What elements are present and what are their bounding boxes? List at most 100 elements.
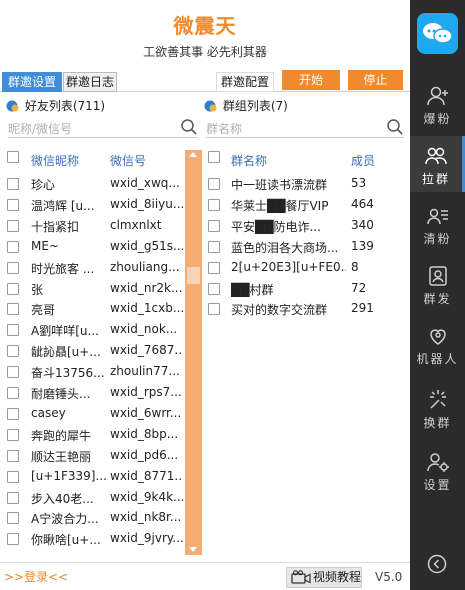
stop-button[interactable]: 停止	[348, 70, 403, 90]
row-checkbox[interactable]	[7, 303, 19, 316]
sidebar-item-label: 设置	[423, 478, 452, 492]
friend-nickname: 你瞅啥[u+...	[31, 533, 101, 548]
scroll-thumb[interactable]	[187, 267, 200, 284]
friend-nickname: 张	[31, 282, 44, 297]
group-row[interactable]: 华莱士██餐厅VIP 464	[208, 195, 404, 216]
friend-row[interactable]: [u+1F339]... wxid_8771...	[7, 467, 183, 488]
row-checkbox[interactable]	[7, 198, 19, 211]
group-row[interactable]: 2[u+20E3][u+FE0... 8	[208, 258, 404, 279]
row-checkbox[interactable]	[7, 533, 19, 546]
row-checkbox[interactable]	[208, 198, 220, 211]
row-checkbox[interactable]	[7, 240, 19, 253]
row-checkbox[interactable]	[7, 407, 19, 420]
contact-card-icon	[426, 208, 448, 225]
row-checkbox[interactable]	[7, 491, 19, 504]
friend-row[interactable]: 耐磨锤头... wxid_rps7...	[7, 383, 183, 404]
tab-group-invite-log[interactable]: 群邀日志	[63, 72, 117, 92]
friend-row[interactable]: 时光旅客 ... zhouliang...	[7, 258, 183, 279]
group-row[interactable]: 蓝色的泪各大商场... 139	[208, 237, 404, 258]
row-checkbox[interactable]	[7, 470, 19, 483]
row-checkbox[interactable]	[7, 178, 19, 190]
tab-group-invite-settings[interactable]: 群邀设置	[2, 72, 62, 92]
friend-row[interactable]: 你瞅啥[u+... wxid_9jvry...	[7, 529, 183, 550]
sidebar-item-broadcast[interactable]: 群发	[410, 256, 465, 312]
group-row[interactable]: 买对的数字交流群 291	[208, 299, 404, 320]
friend-row[interactable]: 十指紧扣 clmxnlxt	[7, 216, 183, 237]
login-link[interactable]: >>登录<<	[4, 568, 68, 585]
group-row[interactable]: ██村群 72	[208, 279, 404, 300]
friend-row[interactable]: 亮哥 wxid_1cxb...	[7, 299, 183, 320]
column-header-nickname: 微信昵称	[31, 154, 80, 168]
friend-row[interactable]: 步入40老... wxid_9k4k...	[7, 488, 183, 509]
friend-wxid: wxid_8iiyu...	[110, 196, 183, 211]
friend-nickname: 步入40老...	[31, 491, 94, 506]
friend-row[interactable]: 龇訫贔[u+... wxid_7687...	[7, 341, 183, 362]
group-member-count: 340	[351, 217, 374, 232]
friend-nickname: 时光旅客 ...	[31, 261, 95, 276]
row-checkbox[interactable]	[7, 387, 19, 399]
row-checkbox[interactable]	[7, 345, 19, 358]
groups-search-box[interactable]: 群名称	[206, 116, 404, 138]
scroll-up-arrow-icon[interactable]	[189, 152, 197, 157]
groups-search-input[interactable]: 群名称	[206, 120, 242, 137]
friend-row[interactable]: 珍心 wxid_xwq...	[7, 174, 183, 195]
friends-search-box[interactable]: 昵称/微信号	[8, 116, 198, 138]
scroll-down-arrow-icon[interactable]	[189, 547, 197, 552]
row-checkbox[interactable]	[7, 366, 19, 379]
app-slogan: 工欲善其事 必先利其器	[143, 45, 267, 59]
friend-wxid: zhoulin77...	[110, 364, 180, 379]
start-button[interactable]: 开始	[282, 70, 340, 90]
friend-nickname: 龇訫贔[u+...	[31, 345, 101, 360]
search-icon[interactable]	[180, 118, 198, 136]
friend-row[interactable]: 温鸿辉 [u... wxid_8iiyu...	[7, 195, 183, 216]
friend-row[interactable]: A劉咩咩[u... wxid_nok...	[7, 320, 183, 341]
sidebar-item-robot[interactable]: 机器人	[410, 316, 465, 372]
row-checkbox[interactable]	[208, 219, 220, 232]
group-row[interactable]: 平安██防电诈... 340	[208, 216, 404, 237]
row-checkbox[interactable]	[208, 282, 220, 295]
row-checkbox[interactable]	[7, 261, 19, 274]
friends-table-header: 微信昵称 微信号	[7, 150, 185, 170]
friend-row[interactable]: ME~ wxid_g51s...	[7, 237, 183, 258]
video-tutorial-button[interactable]: 视频教程	[286, 567, 362, 588]
sidebar-item-settings[interactable]: 设置	[410, 442, 465, 498]
row-checkbox[interactable]	[208, 178, 220, 190]
group-name: 中一班读书漂流群	[231, 178, 328, 192]
row-checkbox[interactable]	[208, 303, 220, 316]
broadcast-icon	[428, 266, 447, 286]
row-checkbox[interactable]	[7, 282, 19, 295]
friend-wxid: wxid_pd6...	[110, 447, 179, 462]
friend-row[interactable]: 顺达王艳丽 wxid_pd6...	[7, 446, 183, 467]
group-row[interactable]: 中一班读书漂流群 53	[208, 174, 404, 195]
sidebar-item-swap-group[interactable]: 换群	[410, 380, 465, 436]
sidebar-item-label: 机器人	[416, 352, 459, 366]
user-gear-icon	[426, 453, 449, 472]
row-checkbox[interactable]	[7, 324, 19, 337]
row-checkbox[interactable]	[7, 512, 19, 525]
sidebar: 爆粉 拉群 清粉 群发 机器人 换群 设置	[410, 0, 465, 590]
groups-select-all-checkbox[interactable]	[208, 151, 220, 163]
row-checkbox[interactable]	[208, 240, 220, 253]
friend-row[interactable]: A宁波合力... wxid_nk8r...	[7, 508, 183, 529]
row-checkbox[interactable]	[208, 261, 220, 274]
friend-wxid: wxid_nk8r...	[110, 510, 182, 525]
sidebar-item-pull-group[interactable]: 拉群	[410, 136, 465, 192]
group-name: 蓝色的泪各大商场...	[231, 240, 339, 255]
friend-row[interactable]: 奔跑的犀牛 wxid_8bp...	[7, 425, 183, 446]
friend-nickname: ME~	[31, 238, 59, 253]
row-checkbox[interactable]	[7, 428, 19, 441]
sidebar-item-boost-fans[interactable]: 爆粉	[410, 76, 465, 132]
friends-select-all-checkbox[interactable]	[7, 151, 19, 163]
friends-scrollbar[interactable]	[185, 150, 202, 555]
friend-row[interactable]: 张 wxid_nr2k...	[7, 279, 183, 300]
back-circle-icon[interactable]	[427, 554, 447, 574]
group-invite-config-button[interactable]: 群邀配置	[216, 72, 274, 92]
friend-row[interactable]: casey wxid_6wrr...	[7, 404, 183, 425]
sidebar-item-clean-fans[interactable]: 清粉	[410, 196, 465, 252]
friend-row[interactable]: 奋斗13756... zhoulin77...	[7, 362, 183, 383]
friends-search-input[interactable]: 昵称/微信号	[8, 120, 72, 137]
add-user-icon	[426, 86, 448, 106]
row-checkbox[interactable]	[7, 449, 19, 462]
row-checkbox[interactable]	[7, 219, 19, 232]
search-icon[interactable]	[386, 118, 404, 136]
